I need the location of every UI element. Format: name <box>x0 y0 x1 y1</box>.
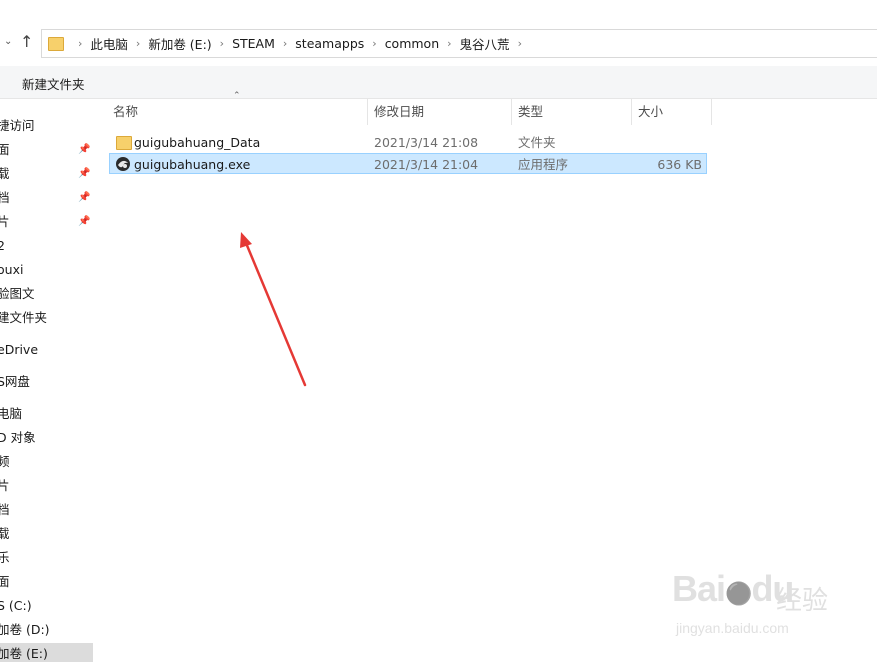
column-divider[interactable] <box>711 99 712 125</box>
file-type: 应用程序 <box>518 157 569 172</box>
file-name: guigubahuang_Data <box>134 135 261 150</box>
nav-item[interactable]: 2 <box>0 235 93 257</box>
nav-item-label: 捷访问 <box>0 118 35 133</box>
navigation-pane: 捷访问 面 📌 载 📌 档 📌 片 📌 2 ouxi 验图文 建文件夹 eDrive S… <box>0 99 93 662</box>
nav-item[interactable]: 建文件夹 <box>0 307 93 329</box>
nav-item-label: ouxi <box>0 262 24 277</box>
breadcrumb-item[interactable]: 鬼谷八荒 <box>460 34 510 53</box>
chevron-right-icon[interactable]: › <box>518 37 522 50</box>
nav-item[interactable]: 载 <box>0 523 93 545</box>
file-row[interactable]: guigubahuang_Data 2021/3/14 21:08 文件夹 <box>109 132 707 153</box>
nav-item-label: D 对象 <box>0 430 36 445</box>
breadcrumb-item[interactable]: 此电脑 <box>90 34 128 53</box>
nav-item[interactable]: 验图文 <box>0 283 93 305</box>
nav-item-label: eDrive <box>0 342 39 357</box>
file-modified: 2021/3/14 21:08 <box>374 135 479 150</box>
nav-item-label: 建文件夹 <box>0 310 48 325</box>
command-bar: 新建文件夹 <box>0 66 877 99</box>
nav-item[interactable]: 载 📌 <box>0 163 93 185</box>
nav-item-label: 片 <box>0 214 10 229</box>
nav-item-label: 档 <box>0 190 10 205</box>
folder-icon <box>48 36 64 51</box>
nav-item-label: 乐 <box>0 550 10 565</box>
sort-ascending-icon: ⌃ <box>233 91 241 101</box>
watermark-url: jingyan.baidu.com <box>676 620 789 636</box>
chevron-right-icon[interactable]: › <box>283 37 287 50</box>
chevron-right-icon[interactable]: › <box>447 37 451 50</box>
nav-item-label: 面 <box>0 142 10 157</box>
nav-item-label: 频 <box>0 454 10 469</box>
nav-item[interactable]: 捷访问 <box>0 115 93 137</box>
folder-icon <box>116 136 132 150</box>
nav-item-label: 加卷 (E:) <box>0 646 48 661</box>
new-folder-button[interactable]: 新建文件夹 <box>22 74 85 93</box>
nav-item-label: 验图文 <box>0 286 35 301</box>
nav-item[interactable]: 片 📌 <box>0 211 93 233</box>
nav-item[interactable]: 加卷 (D:) <box>0 619 93 641</box>
nav-item-label: S (C:) <box>0 598 32 613</box>
nav-item[interactable]: S (C:) <box>0 595 93 617</box>
breadcrumb-item[interactable]: common <box>385 36 439 51</box>
address-bar[interactable]: › 此电脑 › 新加卷 (E:) › STEAM › steamapps › c… <box>41 29 877 58</box>
column-divider[interactable] <box>511 99 512 125</box>
column-header-type[interactable]: 类型 <box>518 99 543 125</box>
nav-item-label: 片 <box>0 478 10 493</box>
file-type: 文件夹 <box>518 135 556 150</box>
chevron-right-icon[interactable]: › <box>220 37 224 50</box>
breadcrumb-item[interactable]: steamapps <box>295 36 364 51</box>
nav-item[interactable]: 频 <box>0 451 93 473</box>
nav-item[interactable]: S网盘 <box>0 371 93 393</box>
chevron-right-icon[interactable]: › <box>78 37 82 50</box>
nav-item-label: 加卷 (D:) <box>0 622 50 637</box>
nav-item[interactable]: 面 <box>0 571 93 593</box>
column-divider[interactable] <box>631 99 632 125</box>
pin-icon: 📌 <box>78 144 91 155</box>
nav-item-label: 档 <box>0 502 10 517</box>
watermark-cn: 经验 <box>776 586 829 616</box>
chevron-right-icon[interactable]: › <box>136 37 140 50</box>
nav-item-label: S网盘 <box>0 374 30 389</box>
column-header-modified[interactable]: 修改日期 <box>374 99 424 125</box>
nav-item[interactable]: 档 📌 <box>0 187 93 209</box>
pin-icon: 📌 <box>78 216 91 227</box>
column-header-size[interactable]: 大小 <box>638 99 663 125</box>
nav-item[interactable]: eDrive <box>0 339 93 361</box>
breadcrumb-item[interactable]: STEAM <box>232 36 275 51</box>
nav-item-label: 载 <box>0 526 10 541</box>
nav-item-label: 面 <box>0 574 10 589</box>
nav-item[interactable]: 面 📌 <box>0 139 93 161</box>
nav-item[interactable]: ouxi <box>0 259 93 281</box>
column-divider[interactable] <box>367 99 368 125</box>
watermark: Bai⚫du 经验 jingyan.baidu.com <box>672 568 872 638</box>
chevron-down-icon[interactable]: ⌄ <box>4 36 12 47</box>
column-header-name[interactable]: 名称 <box>113 99 138 125</box>
pin-icon: 📌 <box>78 192 91 203</box>
file-name: guigubahuang.exe <box>134 157 251 172</box>
nav-item-label: 2 <box>0 238 5 253</box>
chevron-right-icon[interactable]: › <box>372 37 376 50</box>
file-size: 636 KB <box>657 157 702 172</box>
nav-item[interactable]: D 对象 <box>0 427 93 449</box>
nav-item[interactable]: 乐 <box>0 547 93 569</box>
exe-icon <box>116 157 130 171</box>
nav-item[interactable]: 片 <box>0 475 93 497</box>
address-row: ⌄ ↑ › 此电脑 › 新加卷 (E:) › STEAM › steamapps… <box>0 0 877 66</box>
file-row-selected[interactable]: guigubahuang.exe 2021/3/14 21:04 应用程序 63… <box>109 153 707 174</box>
breadcrumb: › 此电脑 › 新加卷 (E:) › STEAM › steamapps › c… <box>70 34 530 53</box>
breadcrumb-item[interactable]: 新加卷 (E:) <box>148 34 211 53</box>
nav-item-label: 电脑 <box>0 406 23 421</box>
nav-item[interactable]: 档 <box>0 499 93 521</box>
nav-item[interactable]: 电脑 <box>0 403 93 425</box>
nav-item-selected[interactable]: 加卷 (E:) <box>0 643 93 662</box>
nav-item-label: 载 <box>0 166 10 181</box>
up-arrow-icon[interactable]: ↑ <box>20 32 33 51</box>
file-modified: 2021/3/14 21:04 <box>374 157 479 172</box>
pin-icon: 📌 <box>78 168 91 179</box>
